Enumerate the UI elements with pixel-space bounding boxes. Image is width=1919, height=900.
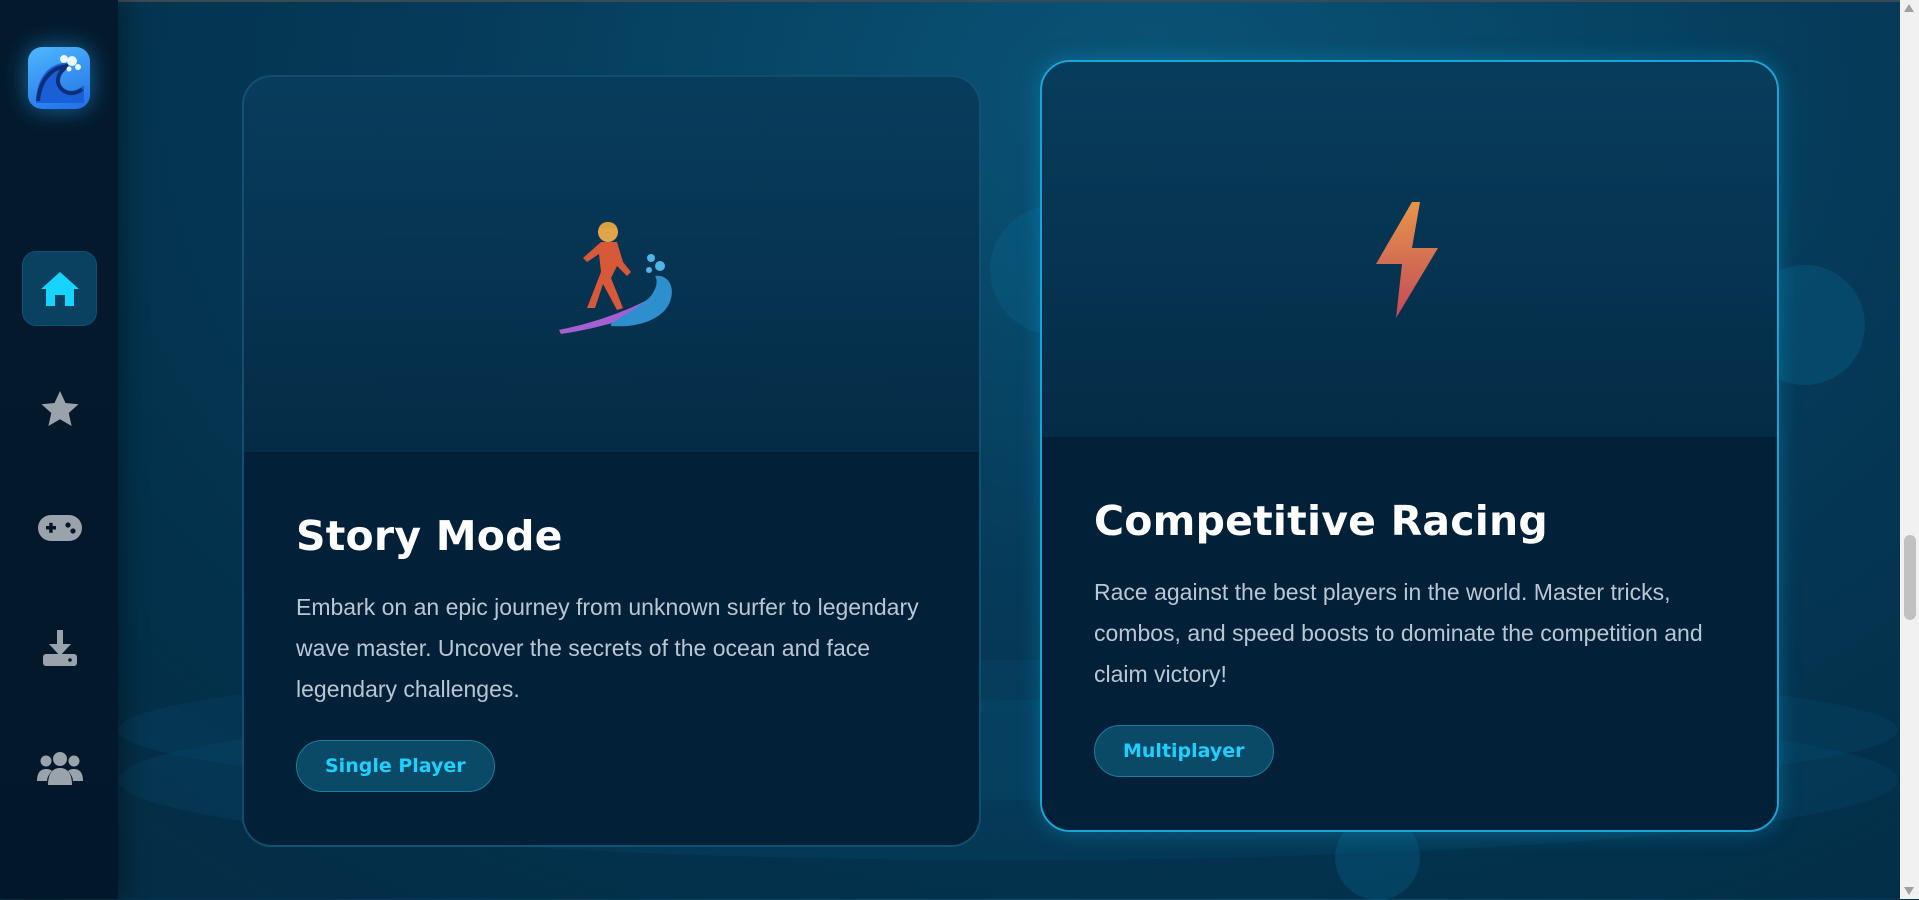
card-description: Race against the best players in the wor… — [1094, 579, 1703, 687]
scroll-up-arrow-icon[interactable] — [1904, 4, 1914, 12]
game-mode-card-story[interactable]: Story Mode Embark on an epic journey fro… — [242, 75, 981, 847]
multiplayer-button[interactable]: Multiplayer — [1094, 725, 1274, 777]
download-icon — [42, 629, 77, 666]
scroll-down-arrow-icon[interactable] — [1904, 887, 1914, 895]
sidebar-item-favorites[interactable] — [22, 371, 97, 446]
game-mode-card-racing[interactable]: Competitive Racing Race against the best… — [1040, 60, 1779, 832]
lightning-icon — [1372, 200, 1442, 320]
window-top-border — [0, 0, 1919, 2]
sidebar-item-games[interactable] — [22, 490, 97, 565]
card-title: Story Mode — [296, 512, 563, 560]
users-icon — [36, 751, 83, 785]
scrollbar[interactable] — [1900, 0, 1919, 899]
home-icon — [40, 271, 79, 306]
sidebar — [0, 0, 118, 899]
gamepad-icon — [37, 514, 82, 541]
sidebar-item-home[interactable] — [22, 251, 97, 326]
sidebar-item-community[interactable] — [22, 730, 97, 805]
sidebar-item-downloads[interactable] — [22, 610, 97, 685]
star-icon — [41, 390, 78, 426]
card-title: Competitive Racing — [1094, 497, 1548, 545]
wave-logo-icon[interactable] — [28, 47, 90, 109]
card-description: Embark on an epic journey from unknown s… — [296, 594, 919, 702]
scrollbar-thumb[interactable] — [1904, 535, 1916, 620]
single-player-button[interactable]: Single Player — [296, 740, 495, 792]
surfer-icon — [549, 212, 679, 342]
